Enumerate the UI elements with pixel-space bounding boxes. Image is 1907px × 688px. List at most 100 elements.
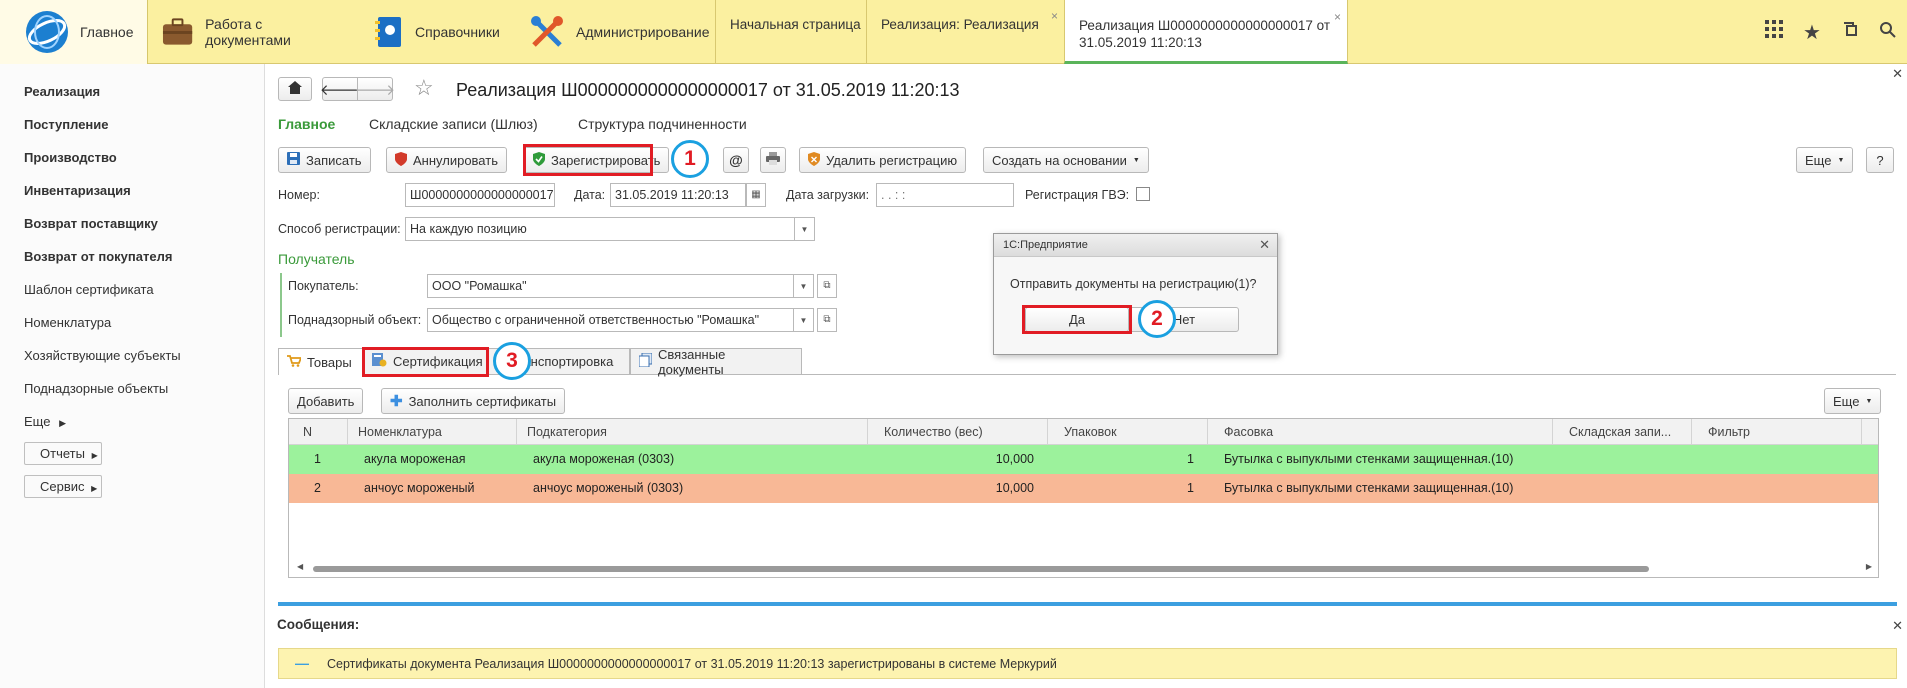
message-item[interactable]: — Сертификаты документа Реализация Ш0000… xyxy=(278,648,1897,679)
delete-registration-button[interactable]: Удалить регистрацию xyxy=(799,147,967,173)
column-header-filter[interactable]: Фильтр xyxy=(1692,419,1862,444)
column-header-warehouse-record[interactable]: Складская запи... xyxy=(1553,419,1692,444)
column-header-quantity[interactable]: Количество (вес) xyxy=(868,419,1048,444)
chevron-down-icon[interactable]: ▼ xyxy=(794,308,814,332)
favorite-star-icon[interactable]: ☆ xyxy=(414,75,434,101)
table-more-button[interactable]: Еще ▼ xyxy=(1824,388,1882,414)
more-button[interactable]: Еще ▼ xyxy=(1796,147,1854,173)
calendar-button[interactable]: ▦ xyxy=(746,183,766,207)
section-administration[interactable]: Администрирование xyxy=(520,0,715,64)
open-icon: ⧉ xyxy=(823,280,831,291)
table-header: N Номенклатура Подкатегория Количество (… xyxy=(289,419,1878,445)
close-form-icon[interactable]: ✕ xyxy=(1892,66,1903,82)
close-icon[interactable]: ✕ xyxy=(1259,237,1270,253)
column-header-packs[interactable]: Упаковок xyxy=(1048,419,1208,444)
annotation-3: 3 xyxy=(493,342,531,380)
email-button[interactable]: @ xyxy=(723,147,749,173)
reg-method-select[interactable]: На каждую позицию xyxy=(405,217,795,241)
annotation-2: 2 xyxy=(1138,300,1176,338)
scroll-left-icon[interactable]: ◀ xyxy=(297,562,303,571)
forward-button[interactable]: 🡒 xyxy=(355,77,395,101)
sidebar-item-cert-template[interactable]: Шаблон сертификата xyxy=(24,282,154,297)
open-buyer-button[interactable]: ⧉ xyxy=(817,274,837,298)
section-references[interactable]: Справочники xyxy=(360,0,520,64)
section-documents[interactable]: Работа с документами xyxy=(148,0,348,64)
section-panel: Реализация Поступление Производство Инве… xyxy=(0,64,265,688)
close-icon[interactable]: × xyxy=(1051,9,1058,23)
star-icon[interactable]: ★ xyxy=(1793,20,1831,45)
yes-highlight xyxy=(1022,305,1132,334)
chevron-down-icon[interactable]: ▼ xyxy=(794,274,814,298)
delete-registration-label: Удалить регистрацию xyxy=(826,152,958,168)
table-row[interactable]: 1 акула мороженая акула мороженая (0303)… xyxy=(289,445,1878,474)
tab-home-page[interactable]: Начальная страница xyxy=(715,0,866,64)
tab-related-documents[interactable]: Связанные документы xyxy=(630,347,802,377)
sidebar-item-more[interactable]: Еще ▶ xyxy=(24,414,66,429)
grid-icon[interactable] xyxy=(1755,20,1793,44)
print-button[interactable] xyxy=(760,147,786,173)
create-based-on-button[interactable]: Создать на основании ▼ xyxy=(983,147,1149,173)
buyer-field[interactable]: ООО "Ромашка" xyxy=(427,274,794,298)
save-button[interactable]: Записать xyxy=(278,147,371,173)
cell-quantity: 10,000 xyxy=(995,452,1034,466)
table-row[interactable]: 2 анчоус мороженый анчоус мороженый (030… xyxy=(289,474,1878,503)
dialog-titlebar: 1С:Предприятие ✕ xyxy=(994,234,1277,257)
tab-goods[interactable]: Товары xyxy=(278,348,363,375)
close-messages-icon[interactable]: ✕ xyxy=(1892,618,1903,634)
add-button[interactable]: Добавить xyxy=(288,388,364,414)
help-button[interactable]: ? xyxy=(1866,147,1894,173)
horizontal-scrollbar[interactable]: ◀ ▶ xyxy=(297,562,1872,573)
plus-icon: ✚ xyxy=(390,393,403,410)
home-button[interactable] xyxy=(278,77,312,101)
column-header-packing[interactable]: Фасовка xyxy=(1208,419,1553,444)
fill-certificates-button[interactable]: ✚ Заполнить сертификаты xyxy=(381,388,566,414)
sidebar-item-supervised-objects[interactable]: Поднадзорные объекты xyxy=(24,381,168,396)
sidebar-item-return-supplier[interactable]: Возврат поставщику xyxy=(24,216,158,231)
floppy-icon xyxy=(287,152,300,168)
load-date-field[interactable]: . . : : xyxy=(876,183,1014,207)
close-icon[interactable]: × xyxy=(1334,9,1341,26)
sidebar-item-return-buyer[interactable]: Возврат от покупателя xyxy=(24,249,172,264)
tab-sales-list[interactable]: Реализация: Реализация × xyxy=(866,0,1064,64)
history-icon[interactable] xyxy=(1831,20,1869,44)
sidebar-item-inventory[interactable]: Инвентаризация xyxy=(24,183,131,198)
section-main-label: Главное xyxy=(80,24,134,40)
minus-icon: — xyxy=(295,655,309,671)
reports-button[interactable]: Отчеты ▶ xyxy=(24,442,102,465)
sidebar-item-production[interactable]: Производство xyxy=(24,150,117,165)
cancel-button[interactable]: Аннулировать xyxy=(386,147,507,173)
back-button[interactable]: 🡐 xyxy=(320,77,360,101)
tab-sales-document[interactable]: Реализация Ш0000000000000000017 от 31.05… xyxy=(1064,0,1348,64)
register-highlight xyxy=(523,144,653,176)
sidebar-item-nomenclature[interactable]: Номенклатура xyxy=(24,315,111,330)
column-header-n[interactable]: N xyxy=(289,419,348,444)
more-button-label: Еще xyxy=(1805,152,1832,168)
sidebar-item-sales[interactable]: Реализация xyxy=(24,84,100,99)
form-nav-structure[interactable]: Структура подчиненности xyxy=(578,116,747,132)
supervised-object-field[interactable]: Общество с ограниченной ответственностью… xyxy=(427,308,794,332)
sidebar-item-receipts[interactable]: Поступление xyxy=(24,117,109,132)
tools-icon xyxy=(531,16,563,47)
section-main[interactable]: Главное xyxy=(0,0,148,64)
form-nav-main[interactable]: Главное xyxy=(278,116,335,132)
number-field[interactable]: Ш0000000000000000017 xyxy=(405,183,555,207)
sidebar-item-business-entities[interactable]: Хозяйствующие субъекты xyxy=(24,348,181,363)
search-icon[interactable] xyxy=(1869,21,1907,44)
dialog-title: 1С:Предприятие xyxy=(1003,239,1088,251)
column-header-nomenclature[interactable]: Номенклатура xyxy=(348,419,517,444)
open-supervised-button[interactable]: ⧉ xyxy=(817,308,837,332)
document-form: 🡐 🡒 ☆ Реализация Ш0000000000000000017 от… xyxy=(266,64,1907,688)
scrollbar-thumb[interactable] xyxy=(313,566,1649,572)
section-documents-label: Работа с документами xyxy=(205,16,291,48)
service-button[interactable]: Сервис ▶ xyxy=(24,475,102,498)
tab-sales-document-label-line2: 31.05.2019 11:20:13 xyxy=(1079,35,1202,50)
column-header-subcategory[interactable]: Подкатегория xyxy=(517,419,868,444)
save-button-label: Записать xyxy=(306,152,362,168)
date-field[interactable]: 31.05.2019 11:20:13 xyxy=(610,183,746,207)
form-nav-warehouse-records[interactable]: Складские записи (Шлюз) xyxy=(369,116,538,132)
chevron-down-icon[interactable]: ▼ xyxy=(795,217,815,241)
gve-registration-checkbox[interactable] xyxy=(1136,187,1150,201)
tab-sales-list-label: Реализация: Реализация xyxy=(881,17,1039,32)
section-references-label: Справочники xyxy=(415,24,500,40)
scroll-right-icon[interactable]: ▶ xyxy=(1866,562,1872,571)
